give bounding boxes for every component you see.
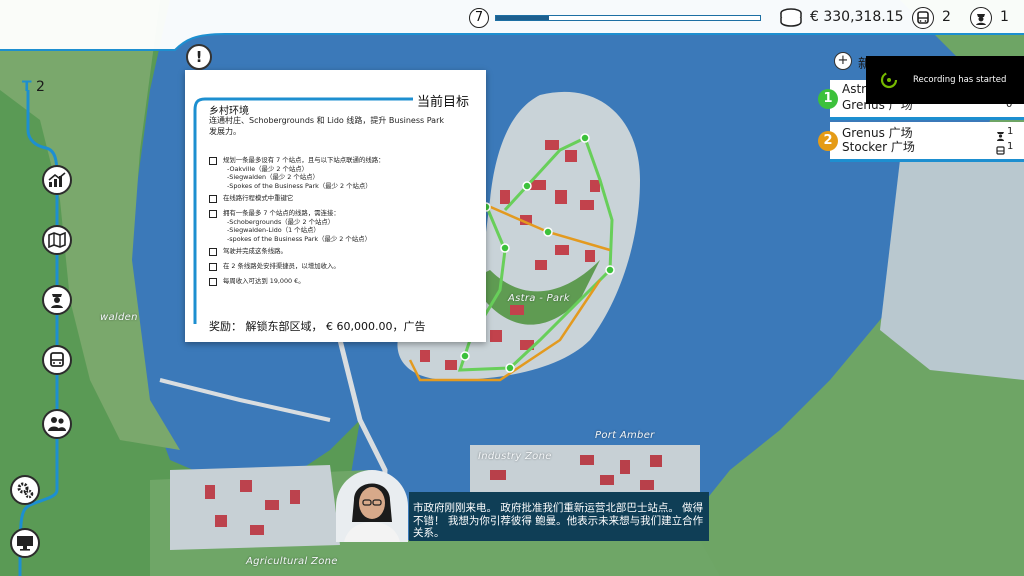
label-industry-zone: Industry Zone — [478, 451, 552, 462]
line-1-badge: 1 — [818, 89, 838, 109]
task-3-line-2: -Schobergrounds（最少 2 个站点） — [227, 217, 335, 226]
objective-description: 连通村庄、Schobergrounds 和 Lido 线路，提升 Busines… — [209, 116, 444, 136]
driver-count: 1 — [1000, 9, 1009, 25]
drivers-button[interactable] — [42, 285, 72, 315]
task-4-checkbox[interactable] — [209, 248, 217, 256]
task-1-line-3: -Siegwalden（最少 2 个站点） — [227, 173, 319, 182]
task-3-line-3: -Siegwalden-Lido（1 个站点） — [227, 226, 320, 235]
recording-toast: Recording has started — [866, 56, 1024, 104]
task-1-checkbox[interactable] — [209, 157, 217, 165]
task-1-line-2: -Oakville（最少 2 个站点） — [227, 164, 309, 173]
label-walden: walden — [100, 312, 138, 323]
money-display: € 330,318.15 — [810, 9, 904, 25]
line-count: 2 — [36, 79, 45, 95]
task-1-line-1: 规划一条最多设有 7 个站点，且与以下站点联通的线路： — [223, 156, 385, 164]
line-icon: T — [22, 79, 32, 95]
advisor-avatar — [336, 470, 408, 542]
dialog-text: 市政府刚刚来电。 政府批准我们重新运营北部巴士站点。 做得不错！ 我想为你引荐彼… — [413, 502, 704, 539]
advisor-dialog[interactable]: 市政府刚刚来电。 政府批准我们重新运营北部巴士站点。 做得不错！ 我想为你引荐彼… — [409, 492, 709, 541]
coins-icon — [780, 8, 802, 32]
line-item-2[interactable]: 2 Grenus 广场 Stocker 广场 1 1 — [818, 122, 1024, 160]
task-3-checkbox[interactable] — [209, 210, 217, 218]
line-2-stop-2: Stocker 广场 — [842, 140, 915, 154]
objective-reward: 奖励： 解锁东部区域， € 60,000.00，广告 — [209, 320, 426, 333]
people-icon — [48, 417, 66, 431]
progress-bar — [495, 15, 761, 21]
task-1-line-4: -Spokes of the Business Park（最少 2 个站点） — [227, 181, 372, 190]
gears-icon — [17, 482, 34, 499]
task-6-checkbox[interactable] — [209, 278, 217, 286]
line-2-bus-count: 1 — [1007, 141, 1014, 152]
label-port-amber: Port Amber — [595, 430, 655, 441]
task-6-line-1: 每周收入可达到 19,000 €。 — [223, 277, 305, 285]
line-1-underline — [830, 117, 1024, 120]
driver-icon — [51, 294, 63, 308]
settings-button[interactable] — [10, 475, 40, 505]
chart-icon — [48, 172, 66, 187]
task-3-line-1: 拥有一条最多 7 个站点的线路，需连接： — [223, 209, 340, 217]
level-badge: 7 — [469, 8, 489, 28]
recording-icon — [880, 71, 898, 93]
objectives-header: 当前目标 — [417, 95, 470, 110]
objectives-panel: 当前目标 乡村环境 连通村庄、Schobergrounds 和 Lido 线路，… — [185, 70, 486, 342]
buses-button[interactable] — [42, 345, 72, 375]
progress-fill — [496, 16, 549, 20]
top-bar: 7 € 330,318.15 2 1 — [0, 0, 1024, 36]
driver-count-icon[interactable] — [970, 7, 992, 29]
bus-icon — [50, 352, 64, 367]
line-2-driver-count: 1 — [1007, 126, 1014, 137]
map-icon — [48, 232, 66, 248]
task-2-checkbox[interactable] — [209, 195, 217, 203]
line-2-bus-icon — [996, 141, 1005, 160]
label-agricultural-zone: Agricultural Zone — [246, 556, 338, 567]
task-5-line-1: 在 2 条线路处安排渠捷员，以增加收入。 — [223, 262, 340, 270]
monitor-icon — [17, 536, 33, 551]
map-button[interactable] — [42, 225, 72, 255]
stats-button[interactable] — [42, 165, 72, 195]
bus-count: 2 — [942, 9, 951, 25]
line-2-badge: 2 — [818, 131, 838, 151]
bus-count-icon[interactable] — [912, 7, 934, 29]
task-2-line-1: 在线路行程模式中重键它 — [223, 194, 294, 202]
task-5-checkbox[interactable] — [209, 263, 217, 271]
computer-button[interactable] — [10, 528, 40, 558]
add-line-button[interactable]: + — [834, 52, 852, 70]
personnel-button[interactable] — [42, 409, 72, 439]
recording-text: Recording has started — [913, 75, 1007, 85]
alert-icon[interactable]: ! — [186, 44, 212, 70]
task-4-line-1: 驾驶并完成这条线路。 — [223, 247, 287, 255]
task-3-line-4: -spokes of the Business Park（最少 2 个站点） — [227, 234, 371, 243]
line-2-underline — [830, 159, 1024, 162]
line-count-group: T 2 — [22, 79, 45, 95]
label-astra-park: Astra - Park — [508, 293, 570, 304]
